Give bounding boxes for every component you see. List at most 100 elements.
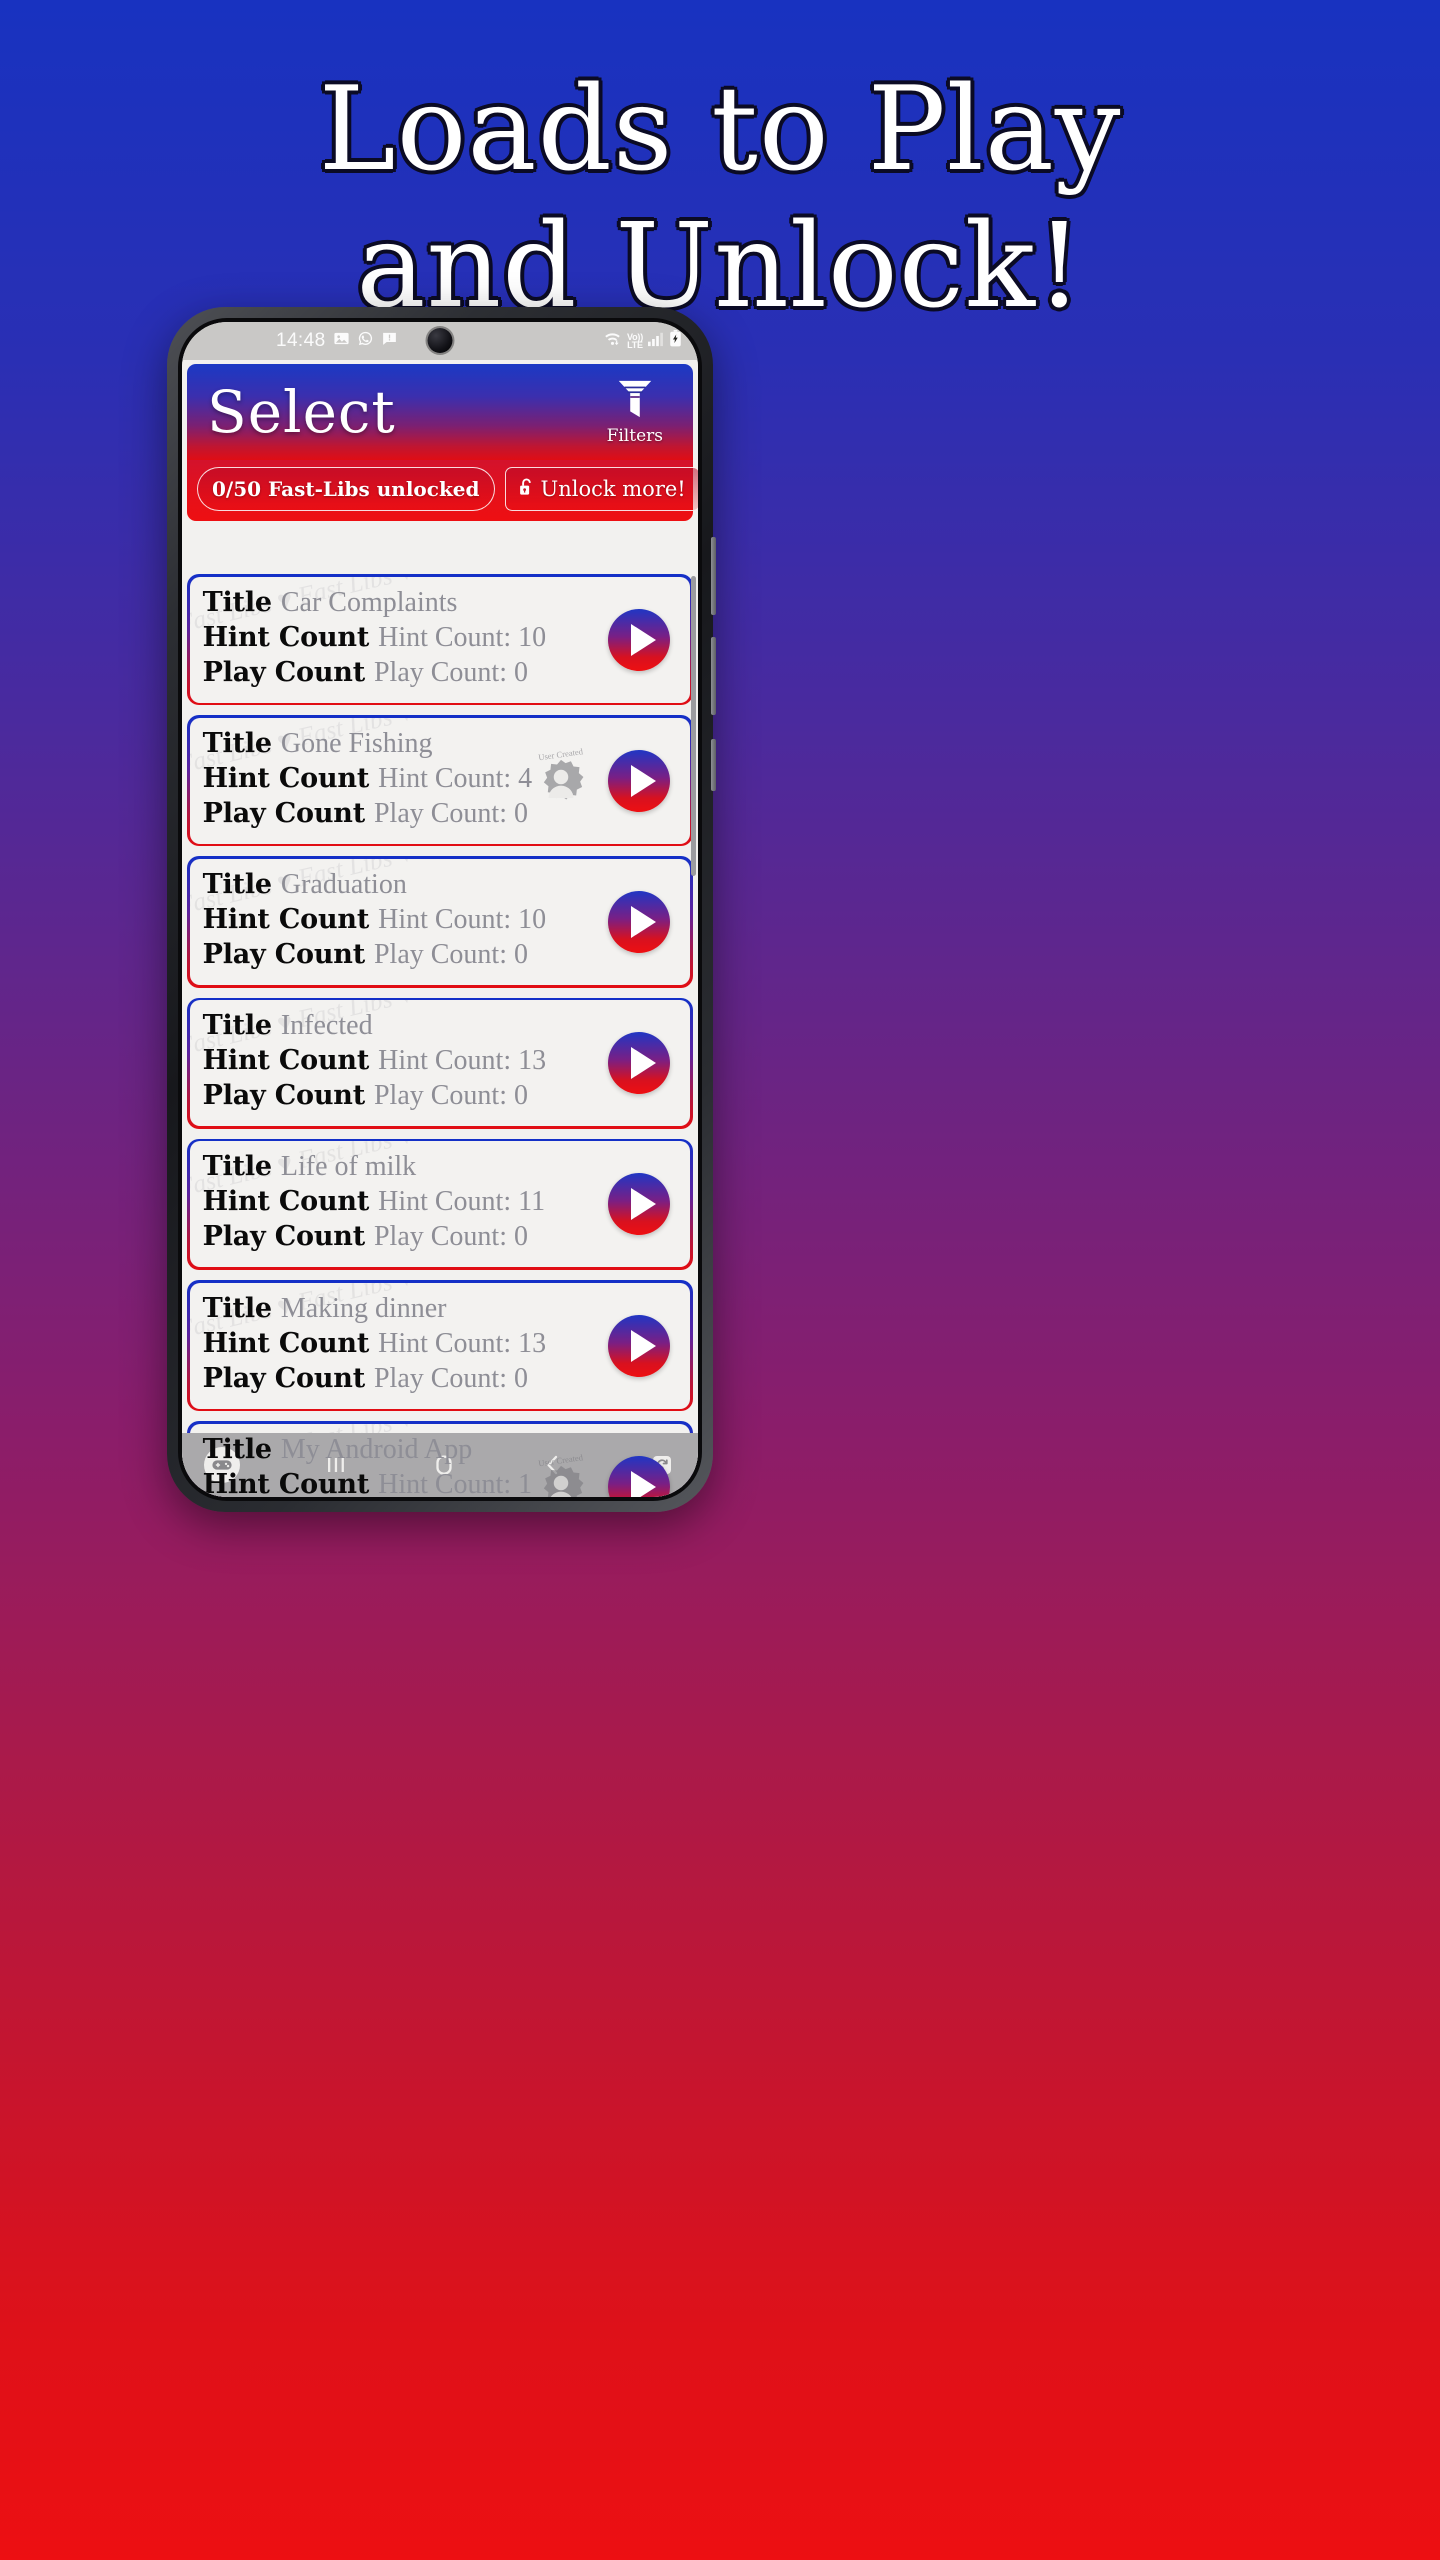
title-row: Title Car Complaints: [203, 587, 678, 619]
message-alert-icon: [381, 330, 398, 352]
open-lock-icon: [519, 477, 534, 501]
hint-count-value: Hint Count: 10: [378, 903, 547, 935]
play-count-label: Play Count: [202, 656, 366, 688]
page-title: Select: [207, 378, 396, 446]
hint-count-value: Hint Count: 13: [378, 1327, 547, 1359]
hint-count-value: Hint Count: 10: [378, 621, 547, 653]
title-value: Life of milk: [280, 1151, 417, 1183]
list-item-surface: Fast Libs ♥ Fast Libs ♥ Fast Libs ♥ Fast…: [189, 1282, 691, 1409]
user-created-badge: User Created: [528, 746, 594, 814]
filters-label: Filters: [606, 426, 663, 446]
list-item[interactable]: Fast Libs ♥ Fast Libs ♥ Fast Libs ♥ Fast…: [187, 856, 693, 988]
unlocked-count-badge: 0/50 Fast-Libs unlocked: [197, 467, 495, 511]
hint-count-label: Hint Count: [202, 1468, 370, 1497]
list-item[interactable]: Fast Libs ♥ Fast Libs ♥ Fast Libs ♥ Fast…: [187, 997, 693, 1129]
play-icon: [630, 1329, 656, 1362]
phone-bezel: 14:48 Vo)) LTE Select Filters 0/50 Fast-…: [178, 318, 702, 1501]
play-count-label: Play Count: [202, 1362, 366, 1394]
play-count-row: Play Count Play Count: 0: [203, 1363, 678, 1395]
play-button[interactable]: [608, 1032, 671, 1095]
title-row: Title Infected: [203, 1010, 678, 1042]
funnel-icon: [615, 378, 655, 425]
hint-count-row: Hint Count Hint Count: 11: [203, 1186, 678, 1218]
play-count-value: Play Count: 0: [373, 1221, 528, 1253]
play-count-row: Play Count Play Count: 0: [203, 1221, 678, 1253]
fastlib-list[interactable]: Fast Libs ♥ Fast Libs ♥ Fast Libs ♥ Fast…: [182, 568, 698, 1497]
hint-count-label: Hint Count: [202, 903, 370, 935]
hint-count-row: Hint Count Hint Count: 13: [203, 1328, 678, 1360]
play-button[interactable]: [608, 749, 671, 812]
play-icon: [630, 905, 656, 938]
hint-count-label: Hint Count: [202, 621, 370, 653]
list-item-surface: Fast Libs ♥ Fast Libs ♥ Fast Libs ♥ Fast…: [189, 576, 691, 703]
hint-count-value: Hint Count: 13: [378, 1045, 547, 1077]
list-item[interactable]: Fast Libs ♥ Fast Libs ♥ Fast Libs ♥ Fast…: [187, 574, 693, 706]
play-count-label: Play Count: [202, 1221, 366, 1253]
play-count-value: Play Count: 0: [373, 1362, 528, 1394]
hint-count-row: Hint Count Hint Count: 1: [203, 1469, 678, 1497]
play-count-value: Play Count: 0: [373, 938, 528, 970]
title-label: Title: [202, 1292, 272, 1324]
play-count-label: Play Count: [202, 797, 366, 829]
title-label: Title: [202, 1151, 272, 1183]
unlock-more-button[interactable]: Unlock more!: [504, 467, 698, 511]
play-count-value: Play Count: 0: [373, 797, 528, 829]
play-icon: [630, 1047, 656, 1080]
hint-count-value: Hint Count: 4: [378, 762, 533, 794]
play-count-value: Play Count: 0: [373, 1080, 528, 1112]
list-item-surface: Fast Libs ♥ Fast Libs ♥ Fast Libs ♥ Fast…: [189, 1141, 691, 1268]
play-count-row: Play Count Play Count: 0: [203, 798, 678, 830]
title-value: Graduation: [280, 868, 407, 900]
hint-count-label: Hint Count: [202, 1327, 370, 1359]
list-item-surface: Fast Libs ♥ Fast Libs ♥ Fast Libs ♥ Fast…: [189, 858, 691, 985]
play-count-row: Play Count Play Count: 0: [203, 1080, 678, 1112]
hint-count-row: Hint Count Hint Count: 10: [203, 622, 678, 654]
title-label: Title: [202, 1010, 272, 1042]
app-container: Select Filters 0/50 Fast-Libs unlocked U…: [182, 360, 698, 1497]
unlock-more-label: Unlock more!: [540, 477, 686, 501]
title-row: Title My Android App: [203, 1434, 678, 1466]
list-item[interactable]: Fast Libs ♥ Fast Libs ♥ Fast Libs ♥ Fast…: [187, 1279, 693, 1412]
play-icon: [630, 764, 656, 797]
play-icon: [630, 1470, 656, 1497]
play-button[interactable]: [608, 608, 671, 671]
list-scrollbar[interactable]: [691, 572, 696, 1435]
signal-bars-icon: [648, 331, 664, 352]
volume-down-button[interactable]: [711, 637, 716, 715]
play-icon: [630, 1188, 656, 1221]
image-icon: [333, 330, 350, 352]
battery-charging-icon: [669, 330, 682, 352]
list-scrollbar-thumb[interactable]: [691, 576, 696, 876]
phone-mockup: 14:48 Vo)) LTE Select Filters 0/50 Fast-…: [167, 307, 716, 1512]
status-bar-left: 14:48: [276, 330, 398, 352]
title-value: Car Complaints: [280, 586, 458, 618]
play-count-row: Play Count Play Count: 0: [203, 939, 678, 971]
hint-count-label: Hint Count: [202, 1045, 370, 1077]
hint-count-label: Hint Count: [202, 762, 370, 794]
hint-count-row: Hint Count Hint Count: 10: [203, 904, 678, 936]
title-label: Title: [202, 1433, 272, 1465]
play-button[interactable]: [608, 1173, 671, 1236]
volte-bottom-label: LTE: [627, 340, 643, 350]
status-bar-clock: 14:48: [276, 330, 326, 351]
user-created-badge: User Created: [528, 1452, 594, 1497]
promo-headline: Loads to Play and Unlock!: [0, 62, 1440, 336]
hint-count-label: Hint Count: [202, 1186, 370, 1218]
status-bar: 14:48 Vo)) LTE: [182, 322, 698, 360]
power-button[interactable]: [711, 739, 716, 791]
play-button[interactable]: [608, 890, 671, 953]
hint-count-row: Hint Count Hint Count: 4: [203, 763, 678, 795]
list-item[interactable]: Fast Libs ♥ Fast Libs ♥ Fast Libs ♥ Fast…: [187, 715, 693, 847]
title-label: Title: [202, 727, 272, 759]
play-button[interactable]: [608, 1314, 671, 1377]
title-row: Title Life of milk: [203, 1151, 678, 1183]
title-value: Making dinner: [280, 1292, 447, 1324]
play-count-row: Play Count Play Count: 0: [203, 657, 678, 689]
list-item-surface: Fast Libs ♥ Fast Libs ♥ Fast Libs ♥ Fast…: [189, 717, 691, 844]
front-camera-icon: [427, 328, 453, 353]
hint-count-value: Hint Count: 1: [378, 1468, 533, 1497]
play-count-label: Play Count: [202, 1080, 366, 1112]
filters-button[interactable]: Filters: [607, 378, 677, 446]
volume-up-button[interactable]: [711, 537, 716, 615]
list-item[interactable]: Fast Libs ♥ Fast Libs ♥ Fast Libs ♥ Fast…: [187, 1138, 693, 1270]
